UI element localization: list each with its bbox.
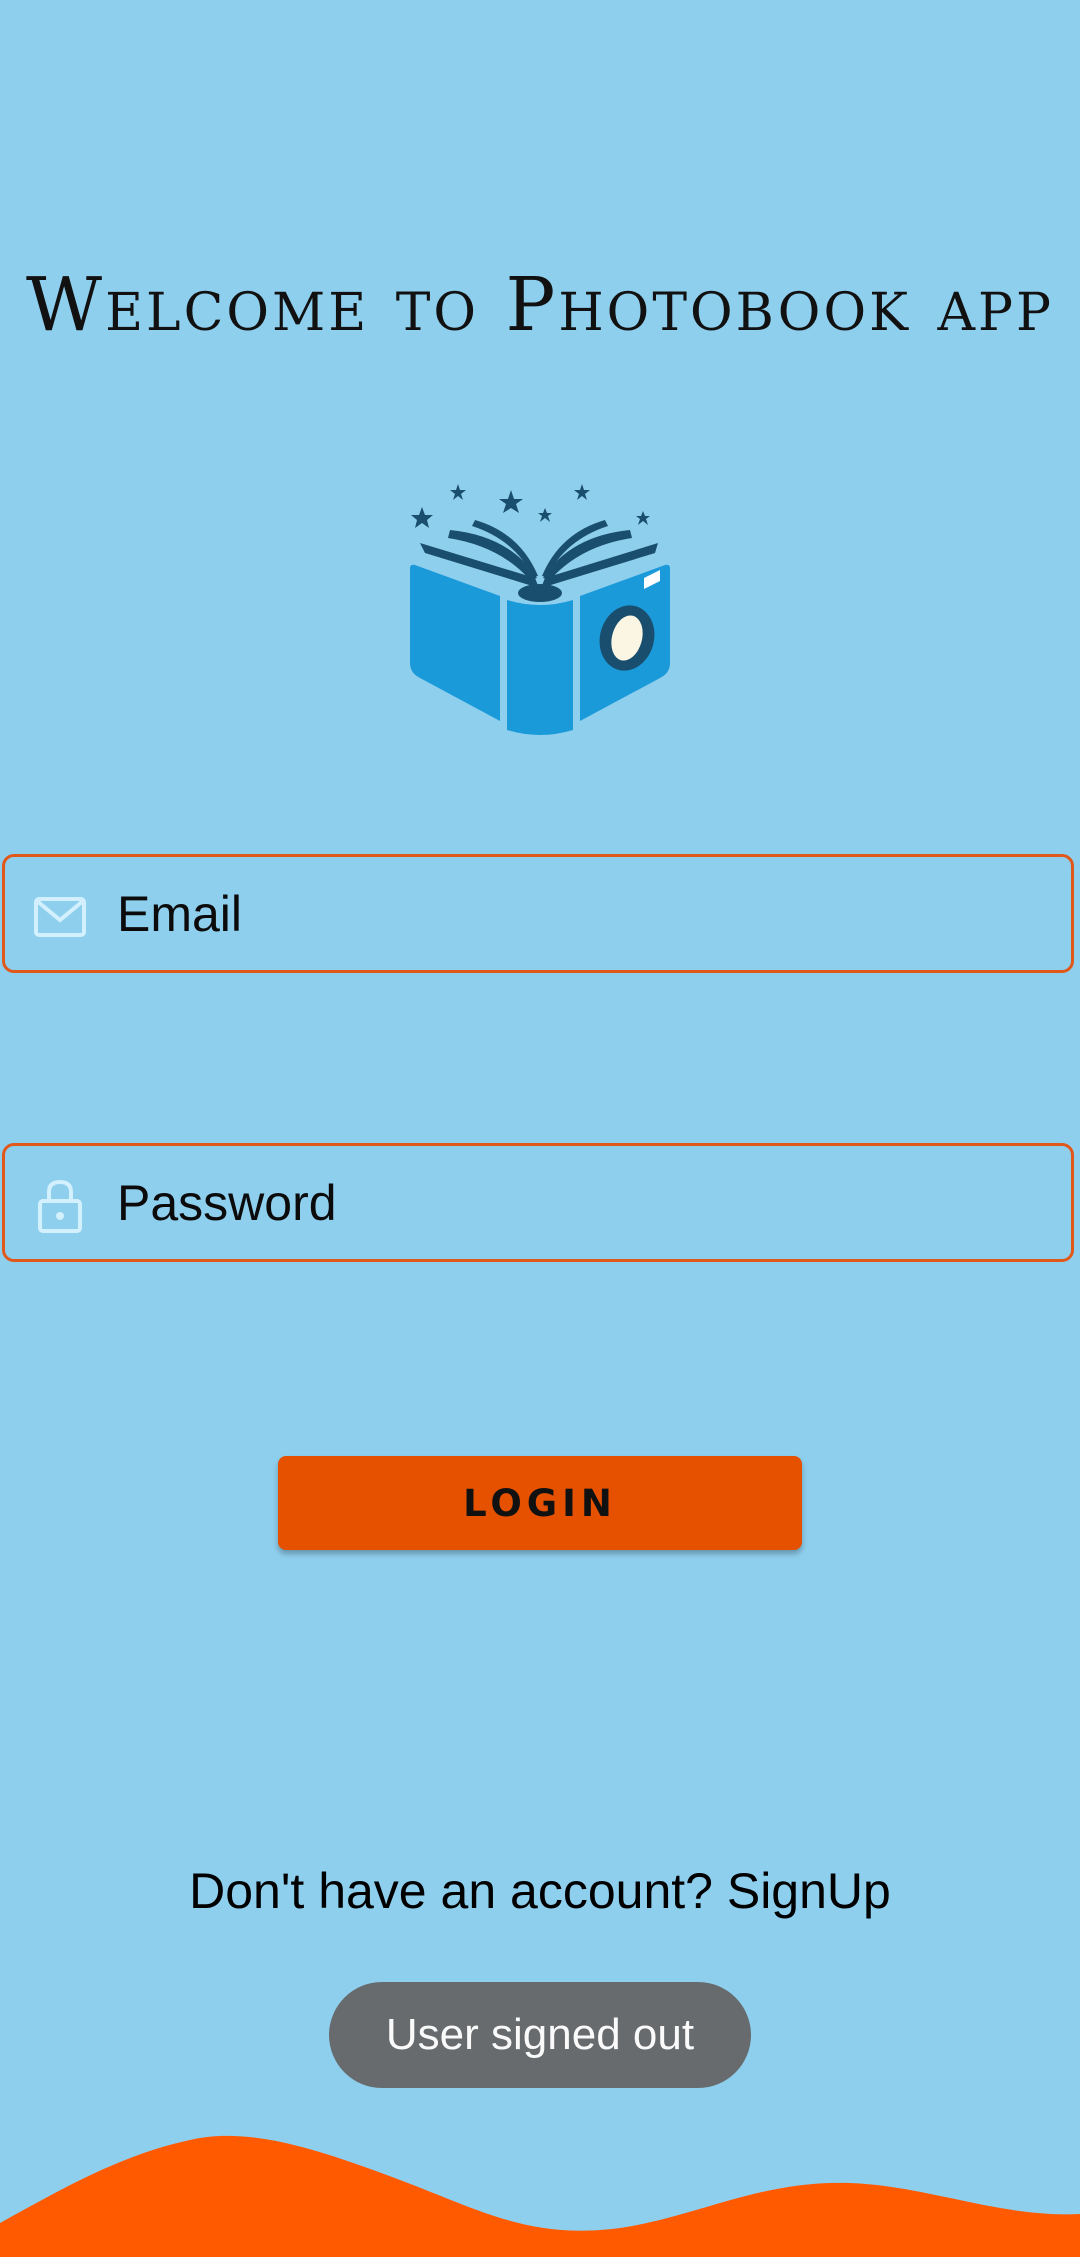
mail-icon	[34, 897, 86, 937]
bottom-wave-decoration	[0, 2135, 1080, 2257]
photobook-logo	[410, 484, 670, 735]
lock-icon	[38, 1179, 82, 1233]
password-field[interactable]	[2, 1143, 1074, 1262]
welcome-title: Welcome to Photobook app	[26, 262, 1054, 348]
signup-row: Don't have an account? SignUp	[0, 1856, 1080, 1926]
password-input[interactable]	[117, 1146, 1037, 1259]
email-field[interactable]	[2, 854, 1074, 973]
email-input[interactable]	[117, 857, 1037, 970]
toast-message: User signed out	[329, 1982, 751, 2088]
login-button[interactable]: LOGIN	[278, 1456, 802, 1550]
stars-decoration	[411, 484, 650, 528]
signup-link[interactable]: SignUp	[727, 1863, 891, 1919]
signup-prompt: Don't have an account?	[189, 1863, 727, 1919]
